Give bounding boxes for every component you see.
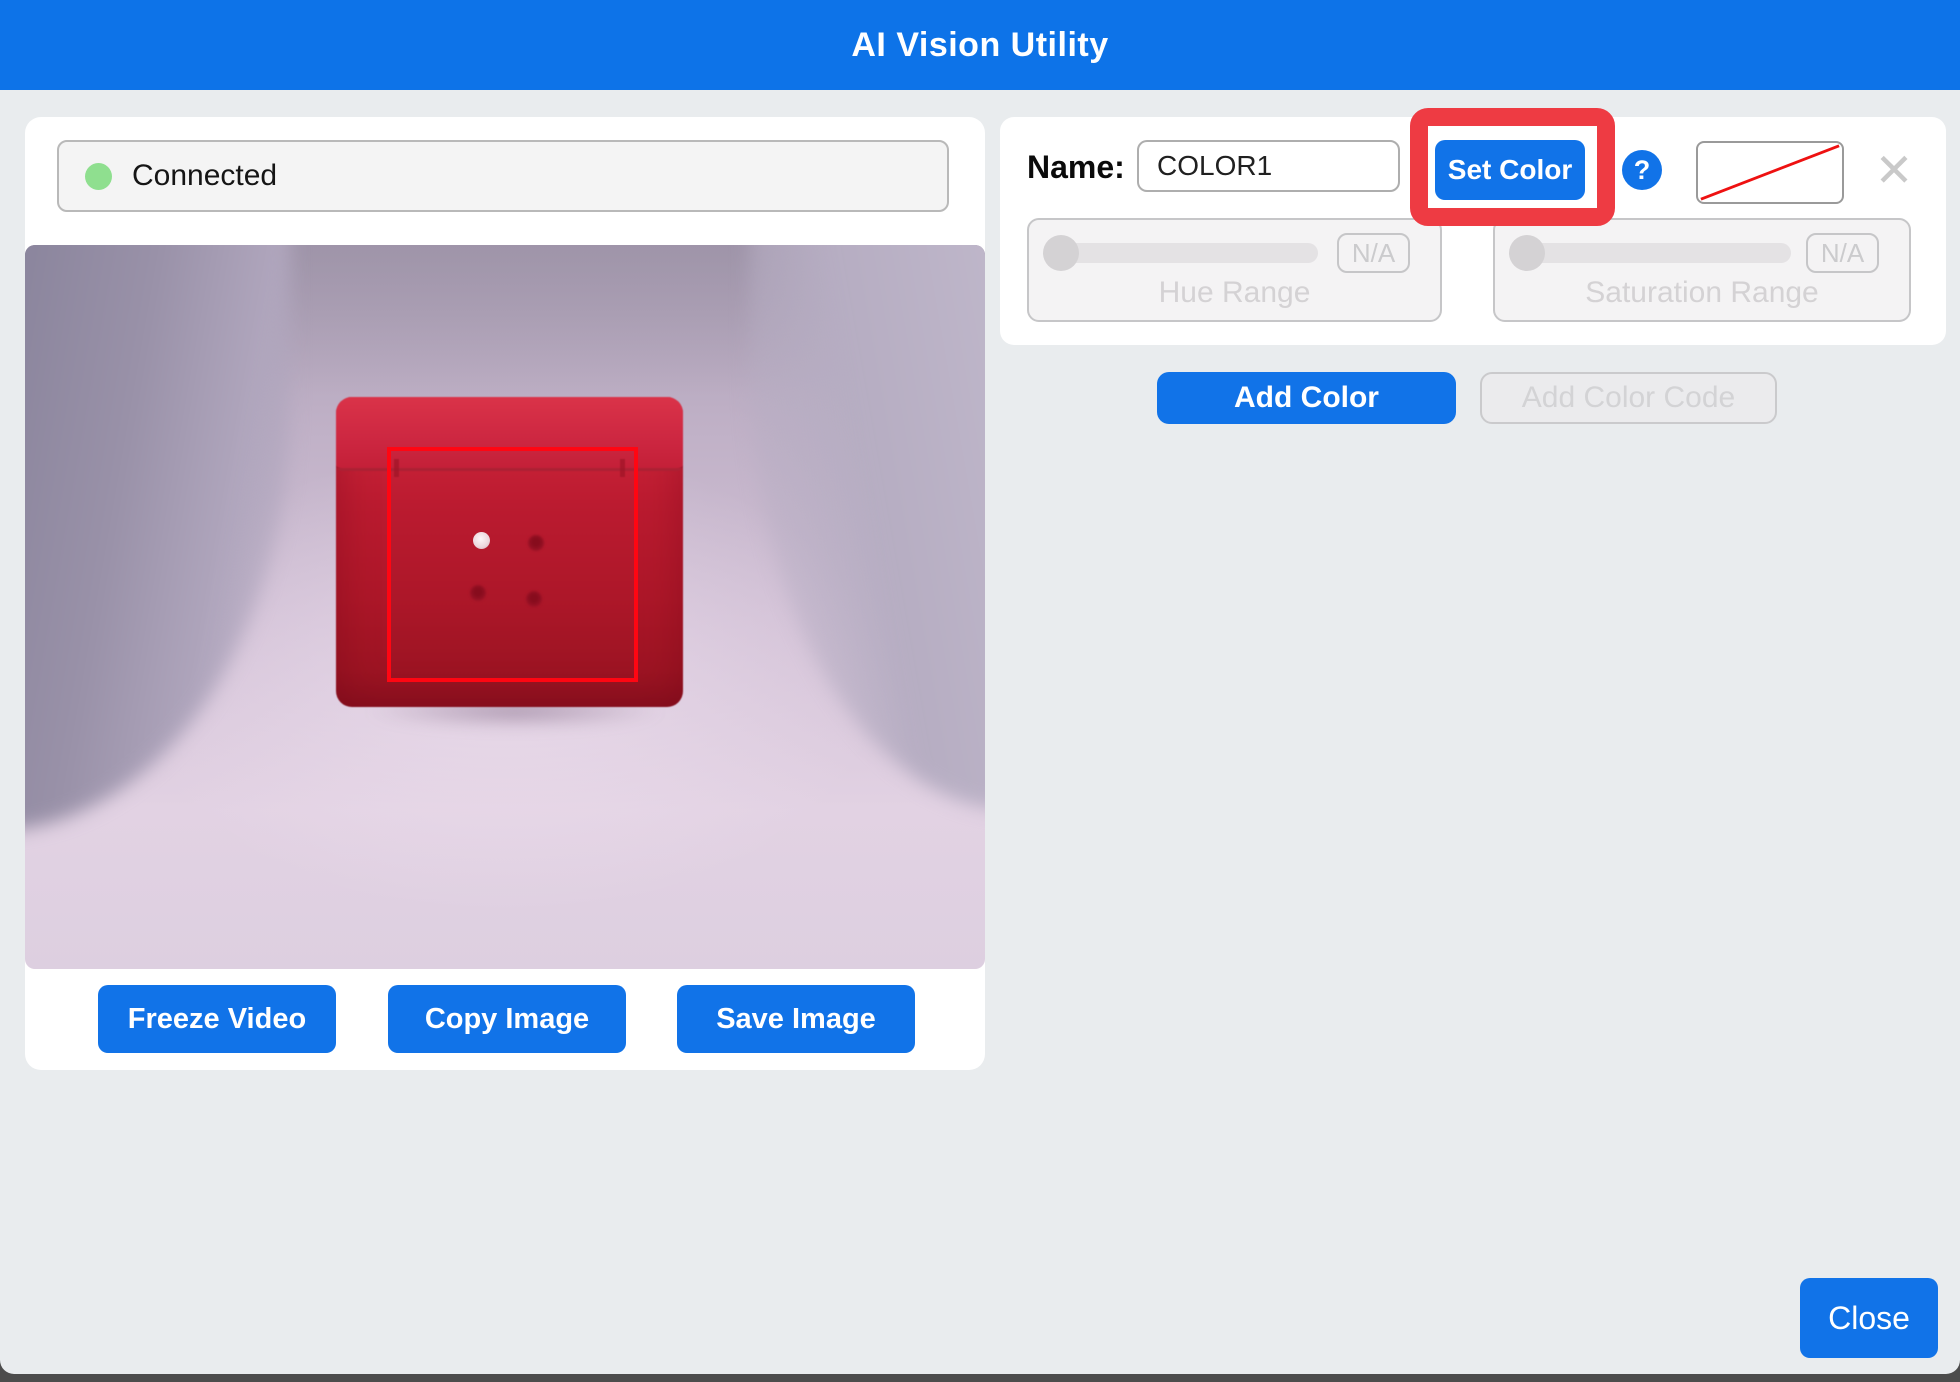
camera-feed[interactable]	[25, 245, 985, 969]
add-color-code-button[interactable]: Add Color Code	[1480, 372, 1777, 424]
backdrop-left-fold	[25, 245, 291, 831]
hue-value-badge: N/A	[1337, 233, 1410, 273]
hue-range-label: Hue Range	[1029, 276, 1440, 310]
hue-slider-track[interactable]	[1059, 243, 1318, 263]
color-swatch-empty[interactable]	[1696, 141, 1844, 204]
saturation-range-label: Saturation Range	[1495, 276, 1909, 310]
question-mark-glyph: ?	[1634, 155, 1651, 186]
copy-image-button[interactable]: Copy Image	[388, 985, 626, 1053]
hue-range-slider-group: N/A Hue Range	[1027, 218, 1442, 322]
color-name-input[interactable]	[1137, 140, 1400, 192]
saturation-slider-thumb[interactable]	[1509, 235, 1545, 271]
set-color-button[interactable]: Set Color	[1435, 140, 1585, 200]
title-bar: AI Vision Utility	[0, 0, 1960, 90]
color-selection-rectangle[interactable]	[387, 447, 638, 682]
ai-vision-utility-dialog: AI Vision Utility Connected Freeze Video…	[0, 0, 1960, 1374]
name-label: Name:	[1027, 149, 1125, 186]
freeze-video-button[interactable]: Freeze Video	[98, 985, 336, 1053]
remove-color-icon[interactable]: ✕	[1870, 146, 1918, 194]
saturation-range-slider-group: N/A Saturation Range	[1493, 218, 1911, 322]
save-image-button[interactable]: Save Image	[677, 985, 915, 1053]
backdrop-right-fold	[749, 245, 985, 811]
page-title: AI Vision Utility	[0, 0, 1960, 90]
connection-status: Connected	[57, 140, 949, 212]
camera-panel: Connected Freeze Video Copy Image Save I…	[25, 117, 985, 1070]
help-icon[interactable]: ?	[1622, 150, 1662, 190]
connected-dot-icon	[85, 163, 112, 190]
no-color-diagonal-icon	[1698, 143, 1842, 202]
connection-status-label: Connected	[132, 159, 277, 193]
close-button[interactable]: Close	[1800, 1278, 1938, 1358]
saturation-slider-track[interactable]	[1525, 243, 1791, 263]
saturation-value-badge: N/A	[1806, 233, 1879, 273]
hue-slider-thumb[interactable]	[1043, 235, 1079, 271]
add-color-button[interactable]: Add Color	[1157, 372, 1456, 424]
